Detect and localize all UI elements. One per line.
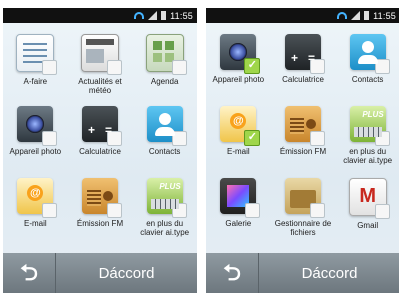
app-grid: A-faire Actualités et météo Agenda Appar… [3, 24, 197, 260]
contacts-icon [146, 106, 187, 146]
selection-checkbox[interactable] [171, 131, 187, 146]
radio-icon [284, 106, 325, 146]
app-tile-contacts[interactable]: Contacts [335, 24, 399, 96]
back-icon: ⮌ [223, 260, 241, 285]
selection-checkbox[interactable] [106, 203, 122, 218]
app-label: A-faire [23, 77, 48, 86]
checkmark-icon[interactable]: ✓ [244, 58, 261, 74]
selection-checkbox[interactable] [374, 131, 390, 146]
selection-checkbox[interactable] [42, 203, 58, 218]
app-tile-gmail[interactable]: Gmail [335, 168, 399, 248]
app-label: Appareil photo [9, 147, 62, 156]
selection-checkbox[interactable] [309, 131, 325, 146]
back-button[interactable]: ⮌ [3, 253, 56, 293]
gmail-icon [348, 178, 390, 219]
selection-checkbox[interactable] [309, 203, 325, 218]
battery-icon [364, 11, 370, 20]
app-tile-appareil-photo[interactable]: ✓ Appareil photo [206, 24, 271, 96]
app-label: Contacts [351, 75, 384, 84]
app-label: Gmail [357, 221, 379, 230]
app-tile-a-faire[interactable]: A-faire [3, 24, 68, 96]
app-tile-agenda[interactable]: Agenda [132, 24, 197, 96]
selection-checkbox[interactable] [171, 60, 187, 75]
selection-checkbox[interactable] [42, 60, 58, 75]
app-tile-actualites[interactable]: Actualités et météo [68, 24, 133, 96]
app-tile-gestionnaire-fichiers[interactable]: Gestionnaire de fichiers [271, 168, 336, 248]
file-manager-icon [284, 178, 325, 218]
app-label: E-mail [226, 147, 250, 156]
keyboard-plus-icon [349, 106, 390, 146]
bottom-bar: ⮌ Dáccord [3, 253, 197, 293]
app-tile-calculatrice[interactable]: Calculatrice [271, 24, 336, 96]
calculator-icon [81, 106, 122, 146]
todo-icon [16, 34, 58, 75]
right-phone-screen: 11:55 ✓ Appareil photo Calculatrice Cont… [206, 8, 399, 293]
app-tile-emission-fm[interactable]: Émission FM [68, 168, 133, 248]
battery-icon [161, 11, 167, 20]
app-tile-email[interactable]: E-mail [3, 168, 68, 248]
app-tile-appareil-photo[interactable]: Appareil photo [3, 96, 68, 168]
app-label: Gestionnaire de fichiers [274, 219, 332, 237]
email-icon: ✓ [220, 106, 261, 146]
selection-checkbox[interactable] [374, 204, 390, 219]
app-label: Contacts [148, 147, 181, 156]
checkmark-icon[interactable]: ✓ [244, 130, 261, 146]
gallery-icon [220, 178, 261, 218]
selection-checkbox[interactable] [245, 203, 261, 218]
news-icon [80, 34, 122, 75]
clock: 11:55 [373, 10, 396, 21]
app-label: Appareil photo [212, 75, 265, 84]
wifi-icon [337, 12, 348, 19]
selection-checkbox[interactable] [106, 60, 122, 75]
app-tile-email[interactable]: ✓ E-mail [206, 96, 271, 168]
clock: 11:55 [170, 10, 193, 21]
signal-icon [351, 11, 361, 20]
app-label: Agenda [150, 77, 179, 86]
app-label: Émission FM [279, 147, 327, 156]
bottom-bar: ⮌ Dáccord [206, 253, 399, 293]
app-label: Émission FM [76, 219, 124, 228]
keyboard-plus-icon [146, 178, 187, 218]
wifi-icon [134, 12, 145, 19]
app-label: Calculatrice [79, 147, 121, 156]
app-tile-clavier-plus[interactable]: en plus du clavier ai.type [335, 96, 399, 168]
selection-checkbox[interactable] [374, 59, 390, 74]
app-tile-contacts[interactable]: Contacts [132, 96, 197, 168]
app-label: en plus du clavier ai.type [140, 219, 190, 237]
ok-button[interactable]: Dáccord [56, 253, 197, 293]
back-button[interactable]: ⮌ [206, 253, 259, 293]
app-label: E-mail [23, 219, 47, 228]
radio-icon [81, 178, 122, 218]
app-label: Calculatrice [282, 75, 324, 84]
contacts-icon [349, 34, 390, 74]
calculator-icon [284, 34, 325, 74]
camera-icon: ✓ [220, 34, 261, 74]
app-tile-clavier-plus[interactable]: en plus du clavier ai.type [132, 168, 197, 248]
app-grid: ✓ Appareil photo Calculatrice Contacts ✓… [206, 24, 399, 260]
ok-button[interactable]: Dáccord [259, 253, 399, 293]
email-icon [17, 178, 58, 218]
selection-checkbox[interactable] [309, 59, 325, 74]
status-bar: 11:55 [3, 8, 197, 23]
selection-checkbox[interactable] [106, 131, 122, 146]
app-tile-galerie[interactable]: Galerie [206, 168, 271, 248]
app-tile-emission-fm[interactable]: Émission FM [271, 96, 336, 168]
camera-icon [17, 106, 58, 146]
selection-checkbox[interactable] [42, 131, 58, 146]
app-label: Galerie [225, 219, 252, 228]
app-label: en plus du clavier ai.type [343, 147, 393, 165]
back-icon: ⮌ [20, 260, 38, 285]
app-label: Actualités et météo [78, 77, 122, 95]
calendar-icon [145, 34, 187, 75]
app-tile-calculatrice[interactable]: Calculatrice [68, 96, 133, 168]
signal-icon [148, 11, 158, 20]
status-bar: 11:55 [206, 8, 399, 23]
selection-checkbox[interactable] [171, 203, 187, 218]
left-phone-screen: 11:55 A-faire Actualités et météo Agenda… [3, 8, 197, 293]
